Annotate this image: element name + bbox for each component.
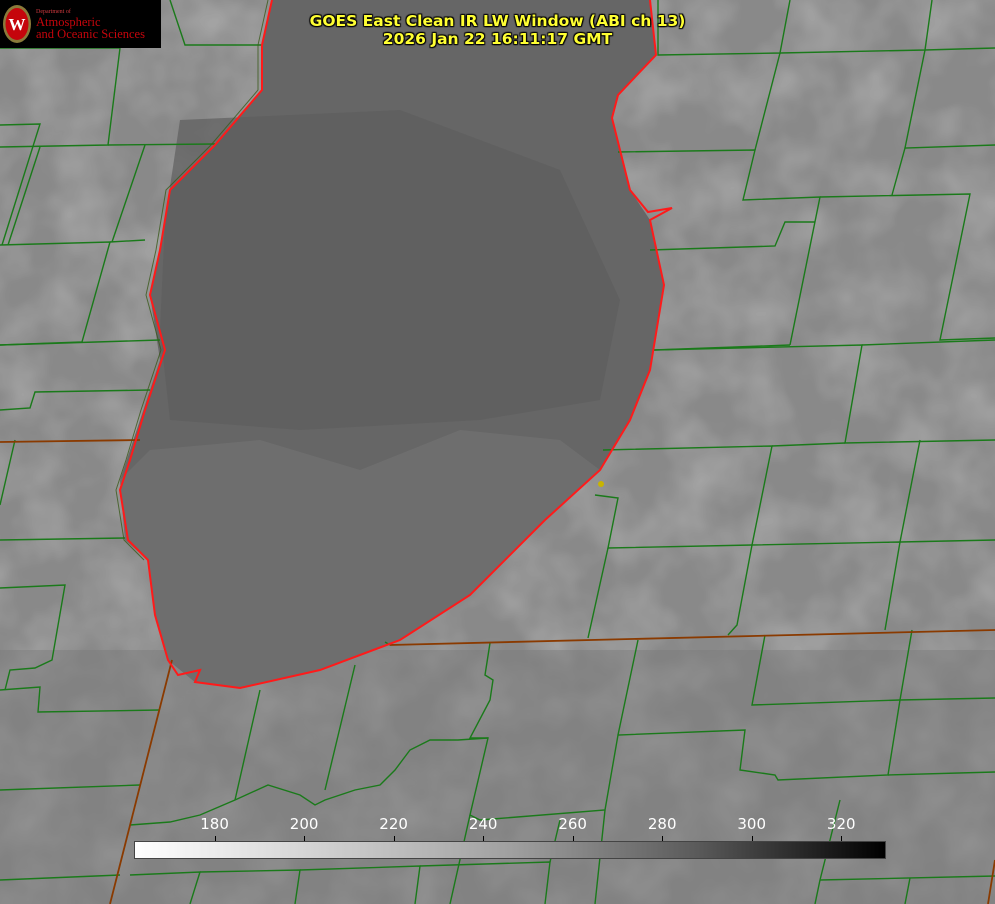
colorbar-tick-label: 320 <box>826 815 856 833</box>
colorbar-tick-label: 220 <box>379 815 408 833</box>
title-line1: GOES East Clean IR LW Window (ABI ch 13) <box>309 12 686 30</box>
colorbar <box>134 841 886 859</box>
colorbar-ticks: 180 200 220 240 260 280 300 320 <box>0 813 995 841</box>
title-line2: 2026 Jan 22 16:11:17 GMT <box>382 30 613 48</box>
colorbar-tick-label: 200 <box>289 815 319 833</box>
colorbar-tick-label: 300 <box>737 815 767 833</box>
colorbar-tick-label: 240 <box>468 815 498 833</box>
colorbar-tick-label: 260 <box>558 815 587 833</box>
satellite-map <box>0 0 995 904</box>
colorbar-tick-label: 280 <box>647 815 677 833</box>
station-marker <box>598 481 604 487</box>
colorbar-tick-label: 180 <box>200 815 229 833</box>
image-title: GOES East Clean IR LW Window (ABI ch 13)… <box>0 12 995 48</box>
